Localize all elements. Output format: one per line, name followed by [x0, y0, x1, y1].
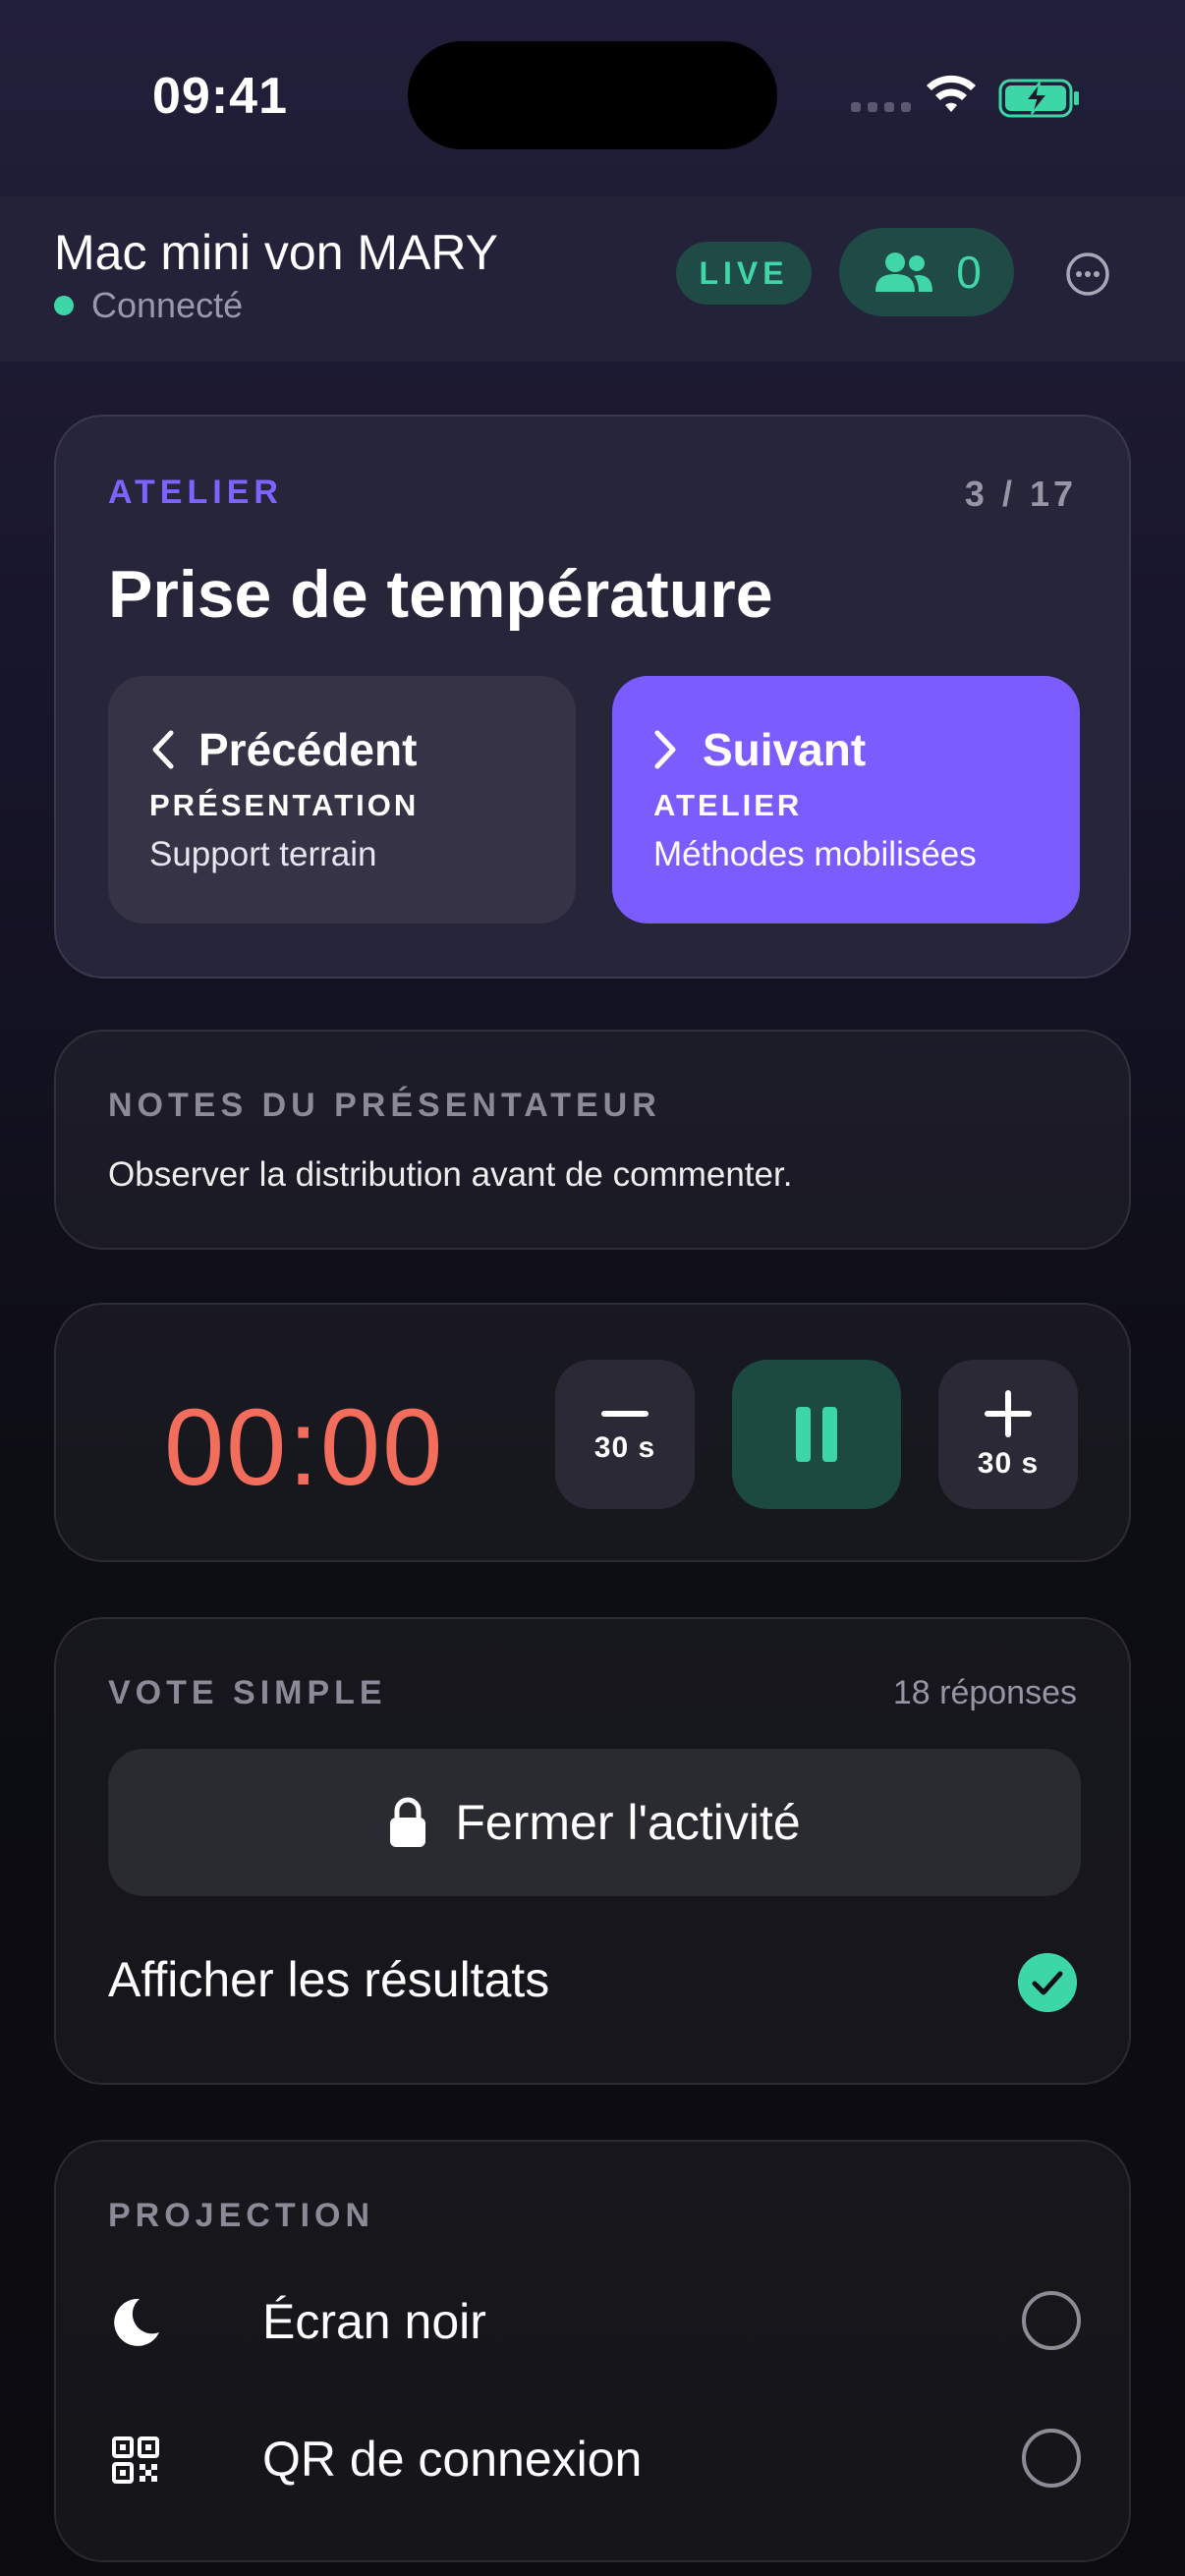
projection-option-qr-code[interactable]: QR de connexion	[108, 2419, 1081, 2497]
participants-button[interactable]: 0	[839, 228, 1014, 316]
previous-button[interactable]: Précédent PRÉSENTATION Support terrain	[108, 676, 576, 924]
plus-icon	[985, 1390, 1032, 1437]
black-screen-label: Écran noir	[262, 2294, 486, 2349]
more-icon[interactable]	[1065, 252, 1110, 297]
status-time: 09:41	[152, 68, 288, 125]
qr-code-radio[interactable]	[1022, 2429, 1081, 2488]
minus-icon	[601, 1411, 649, 1417]
next-title: Méthodes mobilisées	[653, 835, 977, 873]
current-slide-card: ATELIER 3 / 17 Prise de température Préc…	[54, 415, 1131, 979]
timer-minus-30-button[interactable]: 30 s	[555, 1360, 695, 1509]
qr-code-icon	[112, 2436, 159, 2484]
connection-status: Connecté	[54, 285, 243, 326]
people-icon	[875, 252, 933, 292]
projection-label: PROJECTION	[108, 2197, 375, 2234]
notes-text: Observer la distribution avant de commen…	[108, 1155, 793, 1194]
show-results-checkbox[interactable]	[1018, 1953, 1077, 2012]
timer-card: 00:00 30 s 30 s	[54, 1303, 1131, 1562]
vote-responses-count: 18 réponses	[892, 1674, 1077, 1711]
chevron-left-icon	[152, 730, 174, 769]
previous-button-header: Précédent	[147, 723, 417, 776]
device-name: Mac mini von MARY	[54, 225, 498, 280]
timer-plus-label: 30 s	[977, 1447, 1040, 1480]
previous-title: Support terrain	[149, 835, 377, 873]
timer-plus-30-button[interactable]: 30 s	[938, 1360, 1078, 1509]
wifi-icon	[927, 75, 976, 112]
app-header: Mac mini von MARY Connecté LIVE 0	[0, 196, 1185, 362]
previous-label: Précédent	[198, 724, 418, 775]
notes-label: NOTES DU PRÉSENTATEUR	[108, 1087, 661, 1124]
moon-icon	[114, 2298, 159, 2346]
status-dot	[54, 296, 74, 315]
chevron-right-icon	[654, 730, 676, 769]
qr-code-label: QR de connexion	[262, 2432, 643, 2487]
projection-card: PROJECTION Écran noir QR de connexion	[54, 2140, 1131, 2562]
previous-kind: PRÉSENTATION	[149, 788, 420, 822]
slide-kind: ATELIER	[108, 474, 283, 511]
dynamic-island	[408, 41, 777, 149]
vote-card: VOTE SIMPLE 18 réponses Fermer l'activit…	[54, 1617, 1131, 2085]
projection-option-black-screen[interactable]: Écran noir	[108, 2281, 1081, 2360]
timer-minus-label: 30 s	[593, 1431, 656, 1464]
next-button-header: Suivant	[651, 723, 866, 776]
participants-count: 0	[956, 247, 982, 298]
next-kind: ATELIER	[653, 788, 803, 822]
pause-icon	[796, 1407, 837, 1462]
cellular-signal-icon	[851, 102, 911, 112]
status-bar: 09:41	[0, 0, 1185, 196]
battery-charging-icon	[998, 79, 1079, 118]
slide-position: 3 / 17	[964, 474, 1077, 514]
presenter-notes-card: NOTES DU PRÉSENTATEUR Observer la distri…	[54, 1030, 1131, 1250]
live-badge: LIVE	[676, 242, 812, 305]
timer-display: 00:00	[164, 1387, 445, 1508]
connection-status-label: Connecté	[91, 285, 244, 325]
vote-type-label: VOTE SIMPLE	[108, 1674, 387, 1711]
close-activity-label: Fermer l'activité	[455, 1795, 801, 1850]
timer-pause-button[interactable]	[732, 1360, 901, 1509]
next-label: Suivant	[703, 724, 867, 775]
black-screen-radio[interactable]	[1022, 2291, 1081, 2350]
slide-title: Prise de température	[108, 557, 773, 632]
lock-icon	[390, 1797, 426, 1847]
next-button[interactable]: Suivant ATELIER Méthodes mobilisées	[612, 676, 1080, 924]
show-results-label: Afficher les résultats	[108, 1952, 550, 2007]
close-activity-button[interactable]: Fermer l'activité	[108, 1749, 1081, 1896]
